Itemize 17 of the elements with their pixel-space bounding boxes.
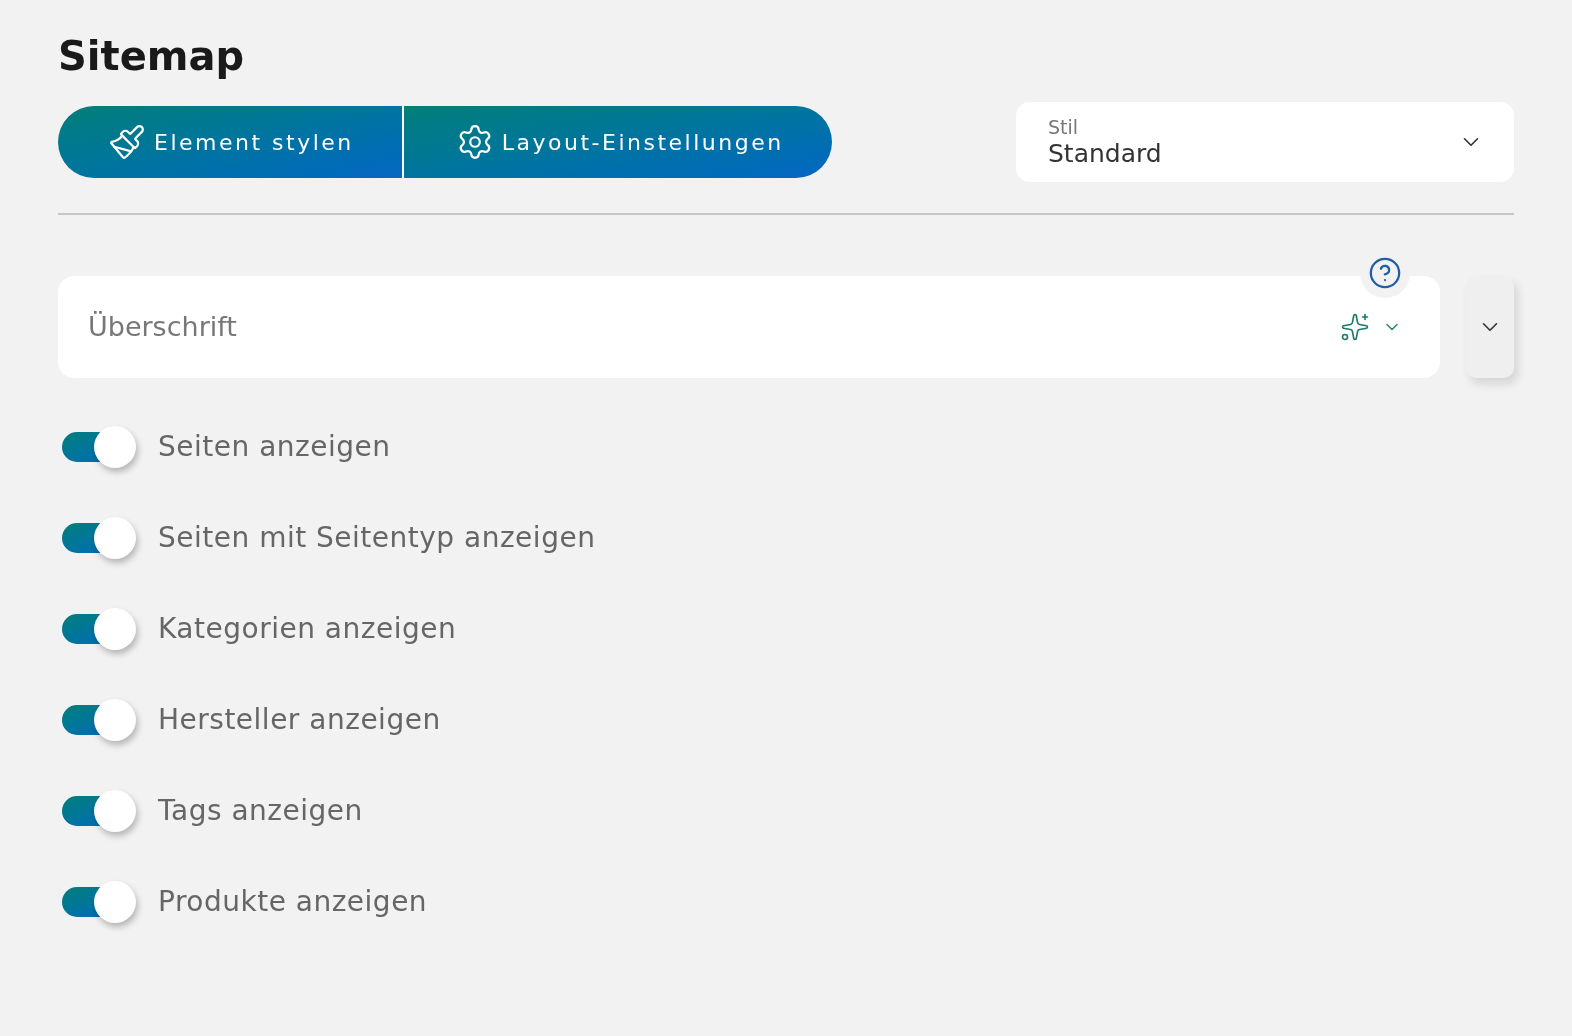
tab-button[interactable]: Layout-Einstellungen bbox=[401, 106, 832, 178]
sparkles-icon[interactable] bbox=[1340, 312, 1370, 342]
style-select[interactable]: Stil Standard bbox=[1016, 102, 1514, 182]
toggle-label: Seiten anzeigen bbox=[158, 429, 391, 465]
toggle-label: Kategorien anzeigen bbox=[158, 611, 457, 647]
heading-input[interactable]: Überschrift bbox=[88, 306, 1340, 348]
help-icon[interactable] bbox=[1368, 256, 1402, 290]
toggle-label: Produkte anzeigen bbox=[158, 884, 428, 920]
paintbrush-icon bbox=[108, 123, 146, 161]
toggle-label: Tags anzeigen bbox=[158, 793, 363, 829]
tab-button[interactable]: Element stylen bbox=[58, 106, 402, 178]
select-value: Standard bbox=[1048, 139, 1162, 169]
heading-field[interactable]: Überschrift bbox=[58, 276, 1440, 378]
toggle-label: Hersteller anzeigen bbox=[158, 702, 441, 738]
toggle-label: Seiten mit Seitentyp anzeigen bbox=[158, 520, 596, 556]
page-title: Sitemap bbox=[58, 32, 246, 81]
select-label: Stil bbox=[1048, 115, 1080, 139]
